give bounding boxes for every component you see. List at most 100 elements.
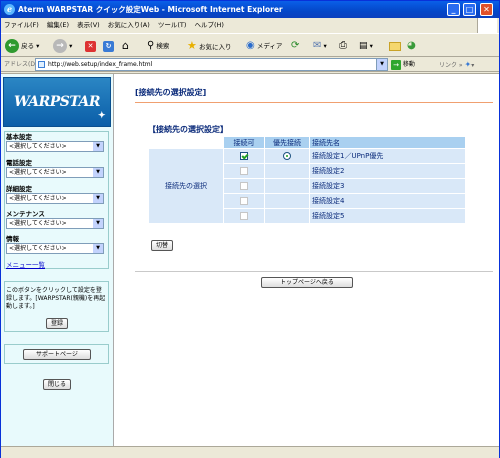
menu-bar: ファイル(F) 編集(E) 表示(V) お気に入り(A) ツール(T) ヘルプ(… xyxy=(1,18,499,33)
history-icon: ⟳ xyxy=(291,40,300,51)
print-icon: ⎙ xyxy=(339,40,347,51)
group-basic: 基本設定 <選択してください> ▼ xyxy=(6,133,108,152)
priority-radio-1[interactable] xyxy=(283,152,291,160)
group-detail: 詳細設定 <選択してください> ▼ xyxy=(6,185,108,204)
chevron-down-icon[interactable]: ▼ xyxy=(376,59,387,70)
col-enabled: 接続可 xyxy=(224,137,264,148)
address-input[interactable]: http://web.setup/index_frame.html ▼ xyxy=(35,58,388,71)
page-frame: WARPSTAR ✦ 基本設定 <選択してください> ▼ 電話設定 <選択してくだ… xyxy=(1,73,499,447)
home-button[interactable]: ⌂ xyxy=(122,38,129,54)
detail-select[interactable]: <選択してください> ▼ xyxy=(6,193,104,204)
history-button[interactable]: ⟳ xyxy=(291,38,299,54)
edit-button[interactable]: ▤ ▾ xyxy=(359,38,373,54)
section-title: 【接続先の選択設定】 xyxy=(148,125,228,134)
go-arrow-icon: → xyxy=(391,59,401,70)
connection-name: 接続設定5 xyxy=(310,209,465,223)
menu-view[interactable]: 表示(V) xyxy=(74,18,103,33)
menu-help[interactable]: ヘルプ(H) xyxy=(192,18,227,33)
messenger-icon: ◕ xyxy=(407,40,416,51)
forward-button[interactable]: → ▾ xyxy=(53,38,72,54)
windows-logo-icon xyxy=(477,18,497,33)
top-page-button[interactable]: トップページへ戻る xyxy=(261,277,353,288)
header-empty xyxy=(149,137,223,148)
group-heading: メンテナンス xyxy=(6,210,45,218)
chevron-down-icon: ▼ xyxy=(93,168,103,177)
basic-select[interactable]: <選択してください> ▼ xyxy=(6,141,104,152)
close-page-button[interactable]: 閉じる xyxy=(43,379,71,390)
page-title: [接続先の選択設定] xyxy=(135,87,493,103)
back-arrow-icon: ← xyxy=(5,39,19,53)
forward-arrow-icon: → xyxy=(53,39,67,53)
browser-window: e Aterm WARPSTAR クイック設定Web - Microsoft I… xyxy=(0,0,500,458)
close-button[interactable]: ✕ xyxy=(480,3,493,16)
sidebar: WARPSTAR ✦ 基本設定 <選択してください> ▼ 電話設定 <選択してくだ… xyxy=(1,74,114,447)
connection-name: 接続設定3 xyxy=(310,179,465,193)
chevron-down-icon: ▼ xyxy=(93,142,103,151)
status-bar xyxy=(1,446,499,458)
page-icon xyxy=(38,61,45,68)
support-page-button[interactable]: サポートページ xyxy=(23,349,91,360)
row-label: 接続先の選択 xyxy=(149,149,223,223)
favorites-button[interactable]: ★ お気に入り xyxy=(187,38,231,54)
address-label: アドレス(D) xyxy=(4,61,38,68)
group-heading: 電話設定 xyxy=(6,159,32,167)
links-button[interactable]: リンク » ✦▾ xyxy=(439,57,474,73)
stop-button[interactable]: ✕ xyxy=(85,38,96,54)
connection-name: 接続設定4 xyxy=(310,194,465,208)
main-content: [接続先の選択設定] 【接続先の選択設定】 接続可 優先接続 接続先名 接続先の… xyxy=(115,74,499,447)
go-button[interactable]: → 移動 xyxy=(391,57,415,72)
warpstar-logo: WARPSTAR ✦ xyxy=(3,77,111,127)
table-row: 接続先の選択 接続設定1／UPnP優先 xyxy=(149,149,465,223)
search-icon: ⚲ xyxy=(147,40,155,51)
refresh-button[interactable]: ↻ xyxy=(103,38,114,54)
group-heading: 詳細設定 xyxy=(6,185,32,193)
mail-button[interactable]: ✉ ▾ xyxy=(313,38,327,54)
register-button[interactable]: 登録 xyxy=(46,318,68,329)
chevron-down-icon: ▼ xyxy=(93,244,103,253)
group-phone: 電話設定 <選択してください> ▼ xyxy=(6,159,108,178)
toolbar: ← 戻る ▾ → ▾ ✕ ↻ ⌂ ⚲ 検索 ★ お気に入り ◉ メディア ⟳ ✉… xyxy=(1,33,499,57)
menu-list-link[interactable]: メニュー一覧 xyxy=(6,259,45,269)
info-select[interactable]: <選択してください> ▼ xyxy=(6,243,104,254)
maximize-button[interactable]: □ xyxy=(463,3,476,16)
mail-icon: ✉ xyxy=(313,40,322,51)
connection-name: 接続設定1／UPnP優先 xyxy=(310,149,465,163)
connection-table: 接続可 優先接続 接続先名 接続先の選択 接続設定1／UPnP優先 接続設定2 xyxy=(148,136,466,224)
back-button[interactable]: ← 戻る ▾ xyxy=(5,38,39,54)
media-button[interactable]: ◉ メディア xyxy=(246,38,282,54)
messenger-button[interactable]: ◕ xyxy=(407,38,416,54)
search-button[interactable]: ⚲ 検索 xyxy=(147,38,169,54)
enabled-checkbox-1[interactable] xyxy=(240,152,248,160)
enabled-checkbox-5[interactable] xyxy=(240,212,248,220)
refresh-icon: ↻ xyxy=(103,40,114,52)
star-icon: ★ xyxy=(187,39,197,52)
title-bar: e Aterm WARPSTAR クイック設定Web - Microsoft I… xyxy=(1,1,499,18)
edit-icon: ▤ xyxy=(359,41,368,51)
enabled-checkbox-3[interactable] xyxy=(240,182,248,190)
chevron-down-icon: ▼ xyxy=(93,194,103,203)
menu-tools[interactable]: ツール(T) xyxy=(155,18,190,33)
group-maintenance: メンテナンス <選択してください> ▼ xyxy=(6,210,108,229)
menu-edit[interactable]: 編集(E) xyxy=(44,18,72,33)
stop-icon: ✕ xyxy=(85,40,96,52)
print-button[interactable]: ⎙ xyxy=(339,38,347,54)
chevron-down-icon: ▼ xyxy=(93,219,103,228)
address-url: http://web.setup/index_frame.html xyxy=(48,61,153,68)
col-name: 接続先名 xyxy=(310,137,465,148)
extra-icon: ✦ xyxy=(464,60,472,69)
minimize-button[interactable]: _ xyxy=(447,3,460,16)
group-info: 情報 <選択してください> ▼ xyxy=(6,235,108,254)
phone-select[interactable]: <選択してください> ▼ xyxy=(6,167,104,178)
window-title: Aterm WARPSTAR クイック設定Web - Microsoft Int… xyxy=(18,5,283,14)
enabled-checkbox-4[interactable] xyxy=(240,197,248,205)
enabled-checkbox-2[interactable] xyxy=(240,167,248,175)
maintenance-select[interactable]: <選択してください> ▼ xyxy=(6,218,104,229)
group-heading: 情報 xyxy=(6,235,19,243)
col-priority: 優先接続 xyxy=(265,137,309,148)
home-icon: ⌂ xyxy=(122,39,129,52)
folder-button[interactable] xyxy=(389,38,401,54)
menu-file[interactable]: ファイル(F) xyxy=(1,18,42,33)
table-header: 接続可 優先接続 接続先名 xyxy=(149,137,465,148)
switch-button[interactable]: 切替 xyxy=(151,240,173,251)
menu-favorites[interactable]: お気に入り(A) xyxy=(105,18,153,33)
